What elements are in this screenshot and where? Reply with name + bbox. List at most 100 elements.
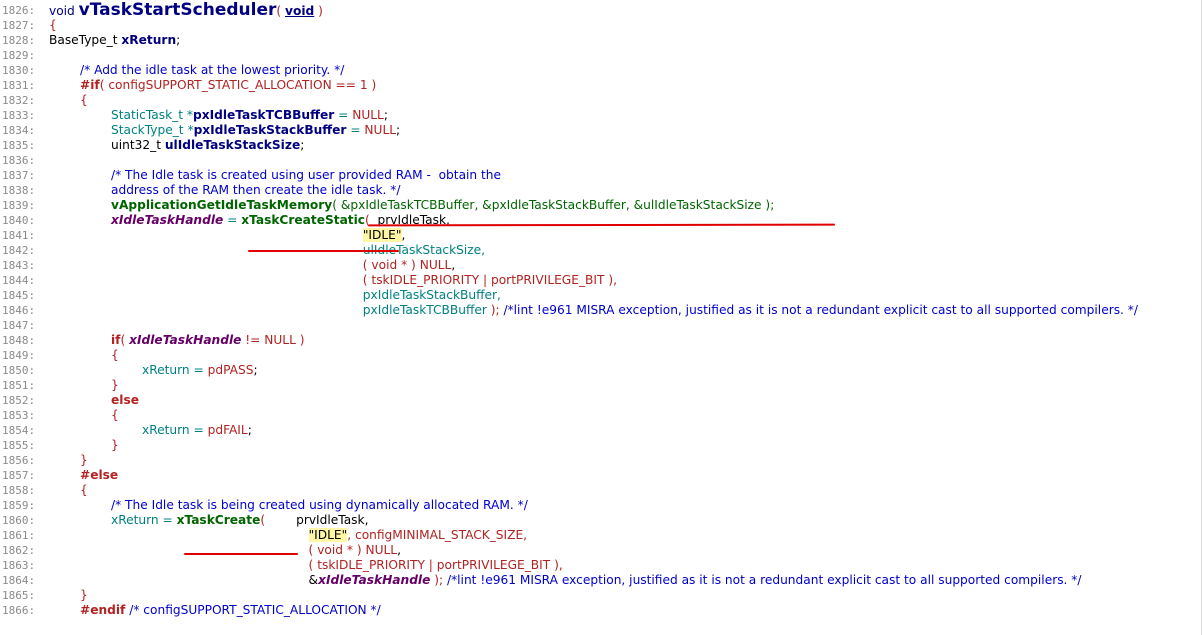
line-number: 1861: xyxy=(2,529,36,542)
code-token: address of the RAM then create the idle … xyxy=(49,183,401,197)
line-number: 1843: xyxy=(2,259,36,272)
code-line: 1842: ulIdleTaskStackSize, xyxy=(0,243,1201,258)
code-line: 1832: { xyxy=(0,93,1201,108)
code-token: { xyxy=(49,483,88,497)
code-token: xIdleTaskHandle xyxy=(111,213,224,227)
code-token: } xyxy=(49,438,119,452)
code-token: & xyxy=(49,573,319,587)
code-token: /*lint !e961 MISRA exception, justified … xyxy=(446,573,1082,587)
code-token: else xyxy=(111,393,139,407)
line-number: 1827: xyxy=(2,19,36,32)
code-token: ) xyxy=(295,333,305,347)
code-token: ); xyxy=(761,198,775,212)
code-text: pxIdleTaskTCBBuffer ); /*lint !e961 MISR… xyxy=(49,303,1138,318)
line-number: 1858: xyxy=(2,484,36,497)
code-token: NULL xyxy=(264,333,296,347)
code-text: { xyxy=(49,348,119,363)
code-token: vApplicationGetIdleTaskMemory xyxy=(111,198,333,212)
code-token: xIdleTaskHandle xyxy=(318,573,431,587)
code-text: else xyxy=(49,393,139,408)
line-number: 1836: xyxy=(2,154,36,167)
code-token: void xyxy=(49,4,79,18)
code-text: } xyxy=(49,453,88,468)
code-line: 1833: StaticTask_t *pxIdleTaskTCBBuffer … xyxy=(0,108,1201,123)
line-number: 1838: xyxy=(2,184,36,197)
code-text: ( void * ) NULL, xyxy=(49,543,401,558)
code-line: 1847: xyxy=(0,318,1201,333)
code-token: ) xyxy=(367,78,377,92)
code-text: "IDLE", configMINIMAL_STACK_SIZE, xyxy=(49,528,527,543)
code-token: xReturn = xyxy=(49,423,208,437)
code-text: { xyxy=(49,18,57,33)
code-token: StackType_t * xyxy=(49,123,194,137)
code-line: 1853: { xyxy=(0,408,1201,423)
line-number: 1830: xyxy=(2,64,36,77)
code-text: } xyxy=(49,438,119,453)
code-token: , xyxy=(401,228,406,242)
code-line: 1845: pxIdleTaskStackBuffer, xyxy=(0,288,1201,303)
code-viewer: 1825:1826:void vTaskStartScheduler( void… xyxy=(0,0,1202,635)
code-token: pxIdleTaskStackBuffer xyxy=(193,123,347,137)
code-token: 1 xyxy=(359,78,368,92)
code-line: 1835: uint32_t ulIdleTaskStackSize; xyxy=(0,138,1201,153)
line-number: 1844: xyxy=(2,274,36,287)
code-token: "IDLE" xyxy=(308,528,348,542)
code-line: 1856: } xyxy=(0,453,1201,468)
code-token: ; xyxy=(383,108,388,122)
line-number: 1856: xyxy=(2,454,36,467)
code-token: BaseType_t xyxy=(49,33,122,47)
code-text: BaseType_t xReturn; xyxy=(49,33,180,48)
code-token: ulIdleTaskStackSize xyxy=(643,198,762,212)
line-number: 1853: xyxy=(2,409,36,422)
code-line: 1834: StackType_t *pxIdleTaskStackBuffer… xyxy=(0,123,1201,138)
code-text: { xyxy=(49,483,88,498)
code-text: StackType_t *pxIdleTaskStackBuffer = NUL… xyxy=(49,123,400,138)
code-token: StaticTask_t * xyxy=(49,108,193,122)
code-text: &xIdleTaskHandle ); /*lint !e961 MISRA e… xyxy=(49,573,1082,588)
code-token: , & xyxy=(625,198,644,212)
line-number: 1832: xyxy=(2,94,36,107)
code-line: 1851: } xyxy=(0,378,1201,393)
code-text: #else xyxy=(49,468,118,483)
code-token: vTaskStartScheduler xyxy=(78,0,277,20)
code-token: xReturn xyxy=(121,33,177,47)
code-token: pxIdleTaskTCBBuffer xyxy=(49,303,487,317)
code-line: 1850: xReturn = pdPASS; xyxy=(0,363,1201,378)
line-number: 1865: xyxy=(2,589,36,602)
code-token: ( & xyxy=(332,198,351,212)
code-token: /* The Idle task is created using user p… xyxy=(49,168,502,182)
line-number: 1826: xyxy=(2,4,36,17)
code-line: 1862: ( void * ) NULL, xyxy=(0,543,1201,558)
code-token: xReturn = xyxy=(49,513,177,527)
code-token: xIdleTaskHandle xyxy=(129,333,242,347)
code-token: ); xyxy=(430,573,447,587)
code-line: 1857: #else xyxy=(0,468,1201,483)
code-token: } xyxy=(49,588,88,602)
code-token: ( xyxy=(260,513,297,527)
code-token: = xyxy=(334,108,353,122)
code-line: 1829: xyxy=(0,48,1201,63)
code-text: xReturn = pdPASS; xyxy=(49,363,258,378)
code-text: /* Add the idle task at the lowest prior… xyxy=(49,63,344,78)
code-token: /* configSUPPORT_STATIC_ALLOCATION */ xyxy=(125,603,381,617)
line-number: 1845: xyxy=(2,289,36,302)
code-token: , xyxy=(397,543,401,557)
line-number: 1840: xyxy=(2,214,36,227)
code-text: } xyxy=(49,378,119,393)
code-text: address of the RAM then create the idle … xyxy=(49,183,400,198)
code-token: { xyxy=(49,408,119,422)
code-token: = xyxy=(346,123,365,137)
code-text: xReturn = pdFAIL; xyxy=(49,423,252,438)
code-token: uint32_t xyxy=(49,138,165,152)
code-line: 1864: &xIdleTaskHandle ); /*lint !e961 M… xyxy=(0,573,1201,588)
code-line: 1854: xReturn = pdFAIL; xyxy=(0,423,1201,438)
code-line: 1828: BaseType_t xReturn; xyxy=(0,33,1201,48)
code-line: 1861: "IDLE", configMINIMAL_STACK_SIZE, xyxy=(0,528,1201,543)
line-number: 1860: xyxy=(2,514,36,527)
